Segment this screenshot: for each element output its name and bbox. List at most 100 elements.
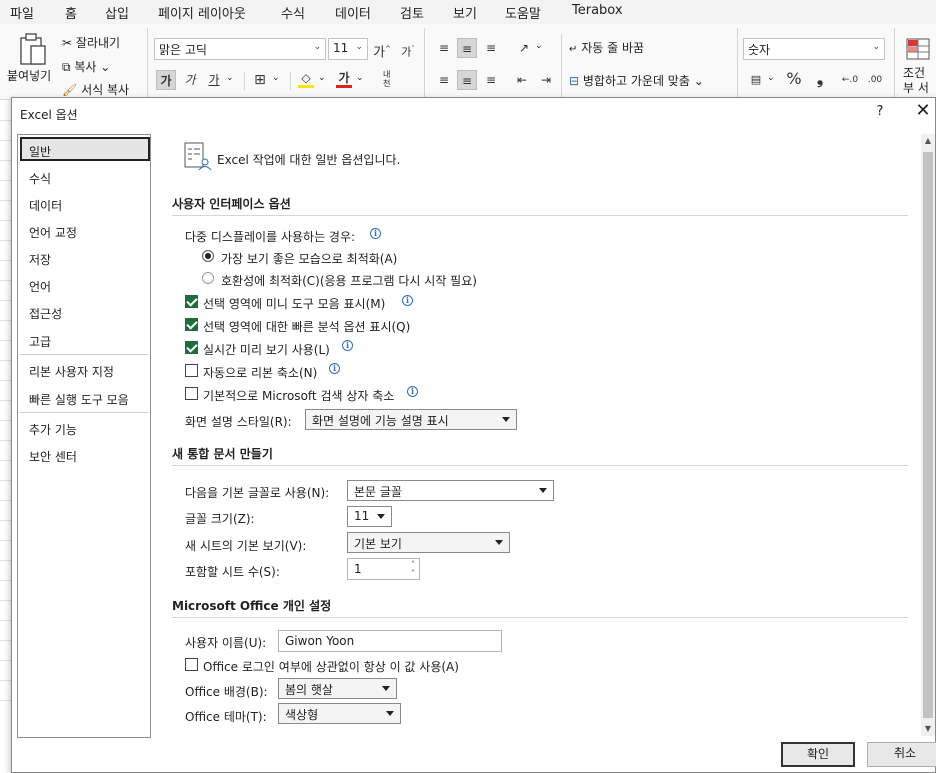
tab-review[interactable]: 검토 (400, 3, 424, 22)
checkbox-quick-analysis[interactable] (185, 318, 198, 331)
currency-icon[interactable]: ▤ (746, 70, 766, 90)
nav-item-proofing[interactable]: 언어 교정 (29, 224, 77, 241)
grow-font-button[interactable]: 가^ (372, 39, 392, 60)
scroll-thumb[interactable] (923, 152, 933, 718)
shrink-font-button[interactable]: 가ˇ (398, 39, 418, 59)
nav-item-customize-ribbon[interactable]: 리본 사용자 지정 (29, 363, 114, 380)
scroll-up-icon[interactable]: ▲ (921, 134, 935, 148)
italic-button[interactable]: 가 (180, 70, 200, 90)
scroll-down-icon[interactable]: ▼ (921, 722, 935, 736)
chevron-down-icon[interactable]: ⌄ (535, 41, 543, 51)
tab-view[interactable]: 보기 (453, 3, 477, 22)
close-button[interactable]: ✕ (912, 102, 934, 122)
nav-item-formulas[interactable]: 수식 (29, 170, 51, 187)
office-background-dropdown[interactable]: 봄의 햇살 (278, 678, 397, 699)
merge-center-button[interactable]: ⊟ 병합하고 가운데 맞춤 ⌄ (569, 72, 704, 89)
phonetic-button[interactable]: 내천 (383, 70, 397, 88)
chevron-down-icon[interactable]: ⌄ (767, 73, 775, 83)
nav-item-language[interactable]: 언어 (29, 278, 51, 295)
nav-item-quick-access[interactable]: 빠른 실행 도구 모음 (29, 391, 129, 408)
screentip-style-dropdown[interactable]: 화면 설명에 기능 설명 표시 (305, 409, 517, 430)
conditional-format-icon[interactable] (906, 38, 930, 60)
underline-button[interactable]: 가 (204, 70, 224, 90)
nav-item-trust-center[interactable]: 보안 센터 (29, 448, 77, 465)
checkbox-collapse-ribbon-label[interactable]: 자동으로 리본 축소(N) (203, 364, 317, 381)
info-icon[interactable]: i (370, 228, 381, 239)
checkbox-mini-toolbar-label[interactable]: 선택 영역에 미니 도구 모음 표시(M) (203, 295, 385, 312)
nav-item-accessibility[interactable]: 접근성 (29, 305, 62, 322)
tab-terabox[interactable]: Terabox (572, 3, 623, 18)
default-view-dropdown[interactable]: 기본 보기 (347, 532, 510, 553)
tab-insert[interactable]: 삽입 (105, 3, 129, 22)
decrease-indent-icon[interactable]: ⇤ (512, 70, 532, 90)
nav-item-advanced[interactable]: 고급 (29, 333, 51, 350)
ok-button[interactable]: 확인 (781, 742, 855, 767)
default-font-size-dropdown[interactable]: 11 (347, 506, 392, 527)
font-size-combo[interactable]: 11 ⌄ (328, 38, 368, 60)
radio-optimize-appearance[interactable] (202, 250, 214, 262)
info-icon[interactable]: i (402, 295, 413, 306)
copy-button[interactable]: ⧉ 복사 ⌄ (62, 58, 110, 75)
align-middle-icon[interactable]: ≡ (457, 38, 477, 58)
nav-item-general[interactable]: 일반 (29, 143, 51, 160)
nav-item-data[interactable]: 데이터 (29, 197, 62, 214)
tab-data[interactable]: 데이터 (335, 3, 371, 22)
nav-item-add-ins[interactable]: 추가 기능 (29, 421, 77, 438)
chevron-down-icon[interactable]: ⌄ (272, 73, 280, 83)
content-scrollbar[interactable]: ▲ ▼ (921, 134, 935, 736)
checkbox-always-use-label[interactable]: Office 로그인 여부에 상관없이 항상 이 값 사용(A) (203, 658, 459, 675)
cut-button[interactable]: ✂ 잘라내기 (62, 34, 120, 51)
info-icon[interactable]: i (329, 363, 340, 374)
comma-button[interactable]: ❟ (810, 69, 830, 89)
office-theme-dropdown[interactable]: 색상형 (278, 703, 401, 724)
percent-button[interactable]: % (784, 69, 804, 89)
tab-file[interactable]: 파일 (10, 3, 34, 22)
nav-item-save[interactable]: 저장 (29, 251, 51, 268)
font-name-combo[interactable]: 맑은 고딕 ⌄ (154, 38, 326, 60)
align-right-icon[interactable]: ≡ (481, 70, 501, 90)
radio-optimize-appearance-label[interactable]: 가장 보기 좋은 모습으로 최적화(A) (221, 250, 397, 267)
checkbox-live-preview-label[interactable]: 실시간 미리 보기 사용(L) (203, 341, 330, 358)
bold-button[interactable]: 가 (156, 70, 176, 90)
section-heading-personalize: Microsoft Office 개인 설정 (172, 599, 332, 613)
chevron-down-icon[interactable]: ⌄ (318, 73, 326, 83)
number-format-combo[interactable]: 숫자 ⌄ (743, 38, 885, 60)
tab-formulas[interactable]: 수식 (281, 3, 305, 22)
checkbox-always-use[interactable] (185, 658, 198, 671)
checkbox-collapse-search-label[interactable]: 기본적으로 Microsoft 검색 상자 축소 (203, 387, 394, 404)
tab-page-layout[interactable]: 페이지 레이아웃 (158, 3, 246, 22)
default-font-dropdown[interactable]: 본문 글꼴 (347, 480, 554, 501)
sheet-count-spinner[interactable]: 1 ˄ ˅ (347, 558, 420, 580)
tab-help[interactable]: 도움말 (505, 3, 541, 22)
align-left-icon[interactable]: ≡ (434, 70, 454, 90)
wrap-text-button[interactable]: ↵ 자동 줄 바꿈 (569, 39, 644, 56)
font-color-button[interactable]: 가 (334, 68, 354, 88)
spinner-arrows-icon[interactable]: ˄ ˅ (411, 560, 415, 578)
checkbox-mini-toolbar[interactable] (185, 295, 198, 308)
format-painter-button[interactable]: 🖌 서식 복사 (62, 81, 129, 98)
chevron-down-icon[interactable]: ⌄ (226, 73, 234, 83)
increase-indent-icon[interactable]: ⇥ (536, 70, 556, 90)
chevron-down-icon[interactable]: ⌄ (356, 73, 364, 83)
decrease-decimal-icon[interactable]: .00 (865, 70, 885, 90)
radio-optimize-compat-label[interactable]: 호환성에 최적화(C)(응용 프로그램 다시 시작 필요) (221, 272, 477, 289)
fill-color-button[interactable]: ◇ (296, 68, 316, 88)
help-button[interactable]: ? (873, 104, 887, 120)
checkbox-collapse-search[interactable] (185, 387, 198, 400)
cancel-button[interactable]: 취소 (867, 742, 936, 767)
checkbox-collapse-ribbon[interactable] (185, 364, 198, 377)
info-icon[interactable]: i (342, 340, 353, 351)
increase-decimal-icon[interactable]: ←.0 (840, 70, 860, 90)
tab-home[interactable]: 홈 (65, 3, 77, 26)
align-top-icon[interactable]: ≡ (434, 38, 454, 58)
checkbox-quick-analysis-label[interactable]: 선택 영역에 대한 빠른 분석 옵션 표시(Q) (203, 318, 410, 335)
align-center-icon[interactable]: ≡ (457, 70, 477, 90)
info-icon[interactable]: i (407, 386, 418, 397)
borders-button[interactable]: ⊞ (250, 70, 270, 90)
checkbox-live-preview[interactable] (185, 341, 198, 354)
paste-button[interactable] (16, 32, 50, 66)
radio-optimize-compat[interactable] (202, 272, 214, 284)
username-input[interactable]: Giwon Yoon (278, 630, 502, 652)
orientation-icon[interactable]: ↗ (514, 38, 534, 58)
align-bottom-icon[interactable]: ≡ (481, 38, 501, 58)
